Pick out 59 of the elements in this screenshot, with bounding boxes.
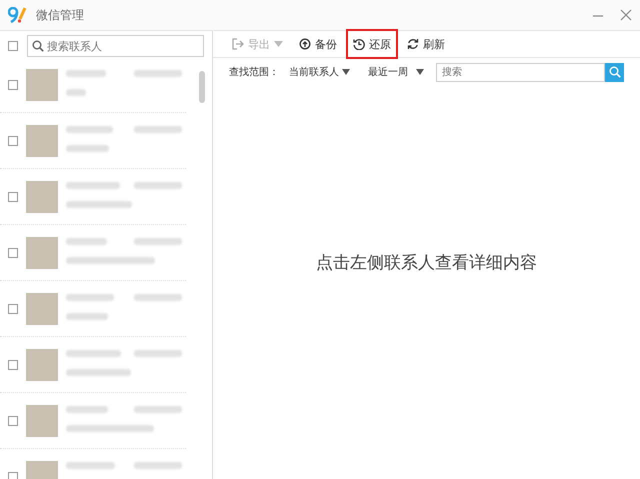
- backup-button[interactable]: 备份: [292, 29, 344, 59]
- avatar-photo-placeholder: [26, 124, 58, 156]
- avatar-photo-placeholder: [26, 292, 58, 324]
- blurred-name-drawing: [66, 406, 108, 413]
- upload-circle-icon: [299, 38, 311, 50]
- dropdown-caret-icon: [342, 69, 350, 75]
- history-clock-icon: [353, 38, 365, 50]
- avatar-photo-placeholder: [26, 68, 58, 100]
- export-icon: [232, 38, 244, 50]
- contact-search-field[interactable]: 搜索联系人: [27, 35, 204, 57]
- empty-state-message: 点击左侧联系人查看详细内容: [316, 252, 537, 274]
- blurred-name-drawing: [66, 70, 106, 77]
- blurred-time-drawing: [134, 462, 182, 469]
- blurred-time-drawing: [134, 350, 182, 357]
- checkbox[interactable]: [8, 304, 18, 314]
- app-logo-icon: [8, 7, 28, 23]
- dropdown-caret-icon: [416, 69, 424, 75]
- checkbox[interactable]: [8, 80, 18, 90]
- blurred-name-drawing: [66, 126, 113, 133]
- blurred-time-drawing: [134, 406, 182, 413]
- blurred-message-drawing: [66, 89, 86, 96]
- scrollbar-thumb[interactable]: [199, 71, 205, 103]
- checkbox[interactable]: [8, 41, 18, 51]
- blurred-name-drawing: [66, 350, 121, 357]
- window-title: 微信管理: [36, 6, 85, 24]
- checkbox[interactable]: [8, 472, 18, 479]
- blurred-time-drawing: [134, 70, 182, 77]
- blurred-message-drawing: [66, 201, 132, 208]
- checkbox[interactable]: [8, 192, 18, 202]
- blurred-name-drawing: [66, 182, 120, 189]
- refresh-icon: [407, 38, 419, 50]
- blurred-time-drawing: [134, 182, 182, 189]
- refresh-button[interactable]: 刷新: [400, 29, 452, 59]
- blurred-time-drawing: [134, 294, 182, 301]
- checkbox[interactable]: [8, 248, 18, 258]
- scope-dropdown[interactable]: 当前联系人: [289, 65, 350, 79]
- period-dropdown[interactable]: 最近一周: [368, 65, 424, 79]
- search-icon: [608, 66, 620, 78]
- avatar-photo-placeholder: [26, 180, 58, 212]
- message-search-field[interactable]: 搜索: [436, 62, 605, 82]
- dropdown-caret-icon: [274, 41, 283, 47]
- blurred-name-drawing: [66, 294, 114, 301]
- blurred-name-drawing: [66, 462, 115, 469]
- search-button[interactable]: [605, 62, 624, 82]
- blurred-message-drawing: [66, 369, 131, 376]
- checkbox[interactable]: [8, 136, 18, 146]
- blurred-message-drawing: [66, 145, 109, 152]
- checkbox[interactable]: [8, 360, 18, 370]
- blurred-message-drawing: [66, 313, 108, 320]
- checkbox[interactable]: [8, 416, 18, 426]
- blurred-name-drawing: [66, 238, 107, 245]
- close-icon[interactable]: [620, 9, 632, 21]
- restore-button[interactable]: 还原: [346, 29, 398, 59]
- avatar-photo-placeholder: [26, 236, 58, 268]
- avatar-photo-placeholder: [26, 404, 58, 436]
- blurred-time-drawing: [134, 126, 182, 133]
- blurred-time-drawing: [134, 238, 182, 245]
- avatar-photo-placeholder: [26, 348, 58, 380]
- search-scope-label: 查找范围：: [229, 66, 279, 79]
